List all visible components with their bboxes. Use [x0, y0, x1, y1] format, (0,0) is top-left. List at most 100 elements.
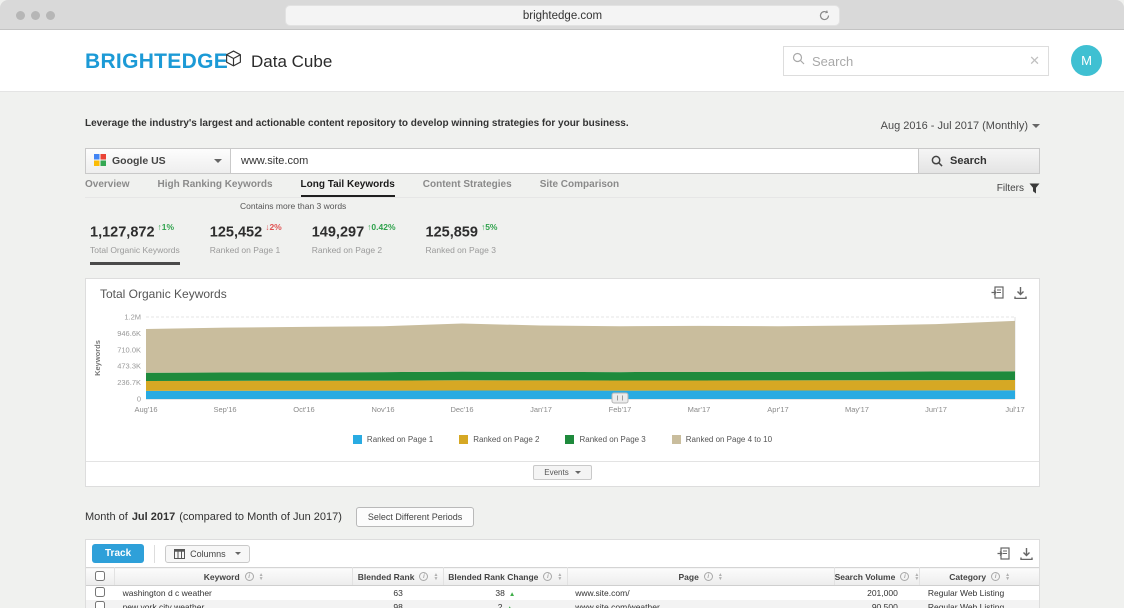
stat-label: Total Organic Keywords [90, 245, 180, 255]
table-row[interactable]: washington d c weather 63 38▲ www.site.c… [86, 586, 1039, 601]
track-button[interactable]: Track [92, 544, 144, 563]
sort-icon[interactable] [259, 573, 264, 581]
tab-long-tail-keywords[interactable]: Long Tail Keywords [301, 179, 395, 197]
window-controls [16, 11, 55, 20]
sort-icon[interactable] [718, 573, 723, 581]
export-report-icon[interactable] [991, 286, 1004, 299]
stat-ranked-page-3[interactable]: 125,859↑5% Ranked on Page 3 [426, 222, 498, 265]
cell-search-volume: 90,500 [834, 600, 920, 608]
row-checkbox[interactable] [95, 601, 105, 608]
page: brightedge.com BRIGHTEDGE Data Cube ✕ M … [0, 0, 1124, 608]
info-icon[interactable] [543, 572, 552, 581]
columns-button[interactable]: Columns [165, 545, 250, 563]
cell-blended-rank: 63 [353, 586, 444, 601]
chevron-down-icon [214, 159, 222, 163]
select-periods-button[interactable]: Select Different Periods [356, 507, 474, 527]
brightedge-logo[interactable]: BRIGHTEDGE [85, 50, 228, 74]
tab-high-ranking-keywords[interactable]: High Ranking Keywords [157, 179, 272, 197]
stacked-area-chart[interactable]: 0236.7K473.3K710.0K946.6K1.2MAug'16Sep'1… [90, 309, 1035, 421]
sort-icon[interactable] [557, 573, 562, 581]
svg-text:Oct'16: Oct'16 [293, 405, 314, 414]
filters-label: Filters [997, 183, 1024, 194]
cell-keyword: washington d c weather [115, 586, 353, 601]
table-header-row: Keyword Blended Rank Blended Rank Change… [86, 568, 1039, 586]
chevron-down-icon [1032, 124, 1040, 128]
col-header-search-volume[interactable]: Search Volume [835, 572, 896, 582]
cell-rank-change: 2▲ [443, 600, 567, 608]
url-bar[interactable]: brightedge.com [285, 5, 840, 26]
events-button[interactable]: Events [533, 465, 591, 480]
svg-text:0: 0 [137, 395, 141, 404]
date-range-selector[interactable]: Aug 2016 - Jul 2017 (Monthly) [881, 120, 1040, 132]
kpi-stats: 1,127,872↑1% Total Organic Keywords 125,… [90, 222, 497, 265]
tab-site-comparison[interactable]: Site Comparison [540, 179, 619, 197]
stat-label: Ranked on Page 2 [312, 245, 396, 255]
stat-ranked-page-1[interactable]: 125,452↓2% Ranked on Page 1 [210, 222, 282, 265]
stat-change-up: ↑0.42% [367, 222, 395, 232]
cell-rank-change: 38▲ [443, 586, 567, 601]
keywords-table-panel: Track Columns Keyword Blended Rank [85, 539, 1040, 608]
cell-search-volume: 201,000 [834, 586, 920, 601]
url-text: brightedge.com [523, 10, 602, 22]
window-minimize-button[interactable] [31, 11, 40, 20]
sort-icon[interactable] [914, 573, 919, 581]
columns-icon [174, 549, 185, 559]
chart-legend: Ranked on Page 1 Ranked on Page 2 Ranked o… [86, 435, 1039, 444]
clear-search-icon[interactable]: ✕ [1029, 53, 1040, 69]
tab-bar: Overview High Ranking Keywords Long Tail… [85, 179, 1040, 198]
window-close-button[interactable] [16, 11, 25, 20]
stat-change-down: ↓2% [265, 222, 282, 232]
stat-change-up: ↑1% [158, 222, 175, 232]
stat-value: 149,297 [312, 224, 364, 240]
date-range-text: Aug 2016 - Jul 2017 (Monthly) [881, 120, 1028, 132]
stat-ranked-page-2[interactable]: 149,297↑0.42% Ranked on Page 2 [312, 222, 396, 265]
download-icon[interactable] [1014, 286, 1027, 299]
reload-icon[interactable] [818, 9, 831, 25]
svg-text:Sep'16: Sep'16 [213, 405, 236, 414]
tab-overview[interactable]: Overview [85, 179, 129, 197]
col-header-keyword[interactable]: Keyword [204, 572, 240, 582]
sort-icon[interactable] [1005, 573, 1010, 581]
cell-page[interactable]: www.site.com/ [567, 586, 834, 601]
legend-item[interactable]: Ranked on Page 2 [459, 435, 539, 444]
app-title: Data Cube [225, 50, 332, 73]
site-url-input[interactable] [231, 148, 919, 174]
legend-item[interactable]: Ranked on Page 3 [565, 435, 645, 444]
global-search-input[interactable] [812, 54, 1029, 69]
table-row[interactable]: new york city weather 98 2▲ www.site.com… [86, 600, 1039, 608]
search-button-label: Search [950, 155, 987, 167]
divider [154, 545, 155, 563]
user-avatar[interactable]: M [1071, 45, 1102, 76]
info-icon[interactable] [419, 572, 428, 581]
app-header: BRIGHTEDGE Data Cube ✕ M [0, 30, 1124, 92]
stat-total-organic-keywords[interactable]: 1,127,872↑1% Total Organic Keywords [90, 222, 180, 265]
export-report-icon[interactable] [997, 547, 1010, 560]
cell-page[interactable]: www.site.com/weather [567, 600, 834, 608]
legend-item[interactable]: Ranked on Page 4 to 10 [672, 435, 772, 444]
cell-keyword: new york city weather [115, 600, 353, 608]
legend-item[interactable]: Ranked on Page 1 [353, 435, 433, 444]
col-header-blended-rank-change[interactable]: Blended Rank Change [448, 572, 538, 582]
filters-button[interactable]: Filters [997, 179, 1040, 197]
info-icon[interactable] [245, 572, 254, 581]
search-engine-select[interactable]: Google US [85, 148, 231, 174]
select-all-checkbox[interactable] [95, 571, 105, 581]
search-button[interactable]: Search [919, 148, 1040, 174]
window-zoom-button[interactable] [46, 11, 55, 20]
info-icon[interactable] [991, 572, 1000, 581]
engine-label: Google US [112, 155, 166, 167]
sort-icon[interactable] [433, 573, 438, 581]
svg-text:Feb'17: Feb'17 [609, 405, 632, 414]
tab-content-strategies[interactable]: Content Strategies [423, 179, 512, 197]
info-icon[interactable] [900, 572, 909, 581]
chart-actions [991, 286, 1027, 299]
col-header-category[interactable]: Category [949, 572, 986, 582]
download-icon[interactable] [1020, 547, 1033, 560]
row-checkbox[interactable] [95, 587, 105, 597]
info-icon[interactable] [704, 572, 713, 581]
legend-swatch [353, 435, 362, 444]
col-header-blended-rank[interactable]: Blended Rank [358, 572, 415, 582]
svg-text:473.3K: 473.3K [117, 362, 141, 371]
col-header-page[interactable]: Page [679, 572, 699, 582]
global-search-box[interactable]: ✕ [783, 46, 1049, 76]
